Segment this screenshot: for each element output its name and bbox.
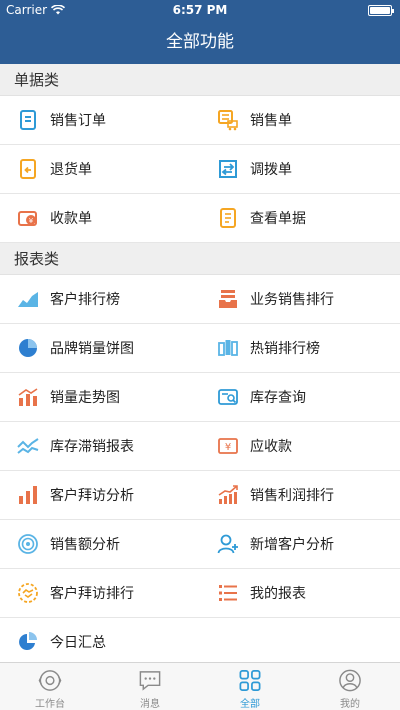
tab-workbench[interactable]: 工作台 bbox=[0, 663, 100, 710]
tab-label: 消息 bbox=[140, 699, 160, 710]
transfer-order-icon bbox=[217, 158, 239, 180]
function-label: 销售订单 bbox=[50, 113, 106, 129]
section-header-reports: 报表类 bbox=[0, 243, 400, 275]
sales-amount-icon bbox=[17, 533, 39, 555]
grid-row: 销售订单 销售单 bbox=[0, 96, 400, 145]
trend-bar-icon bbox=[17, 386, 39, 408]
function-label: 销售利润排行 bbox=[250, 488, 334, 504]
function-new-customer[interactable]: 新增客户分析 bbox=[200, 520, 400, 568]
function-label: 客户排行榜 bbox=[50, 292, 120, 308]
grid-row: 客户排行榜 业务销售排行 bbox=[0, 275, 400, 324]
tab-label: 全部 bbox=[240, 699, 260, 710]
clock: 6:57 PM bbox=[172, 3, 228, 17]
grid-row: 客户拜访排行 我的报表 bbox=[0, 569, 400, 618]
grid-row: 品牌销量饼图 热销排行榜 bbox=[0, 324, 400, 373]
function-visit-analysis[interactable]: 客户拜访分析 bbox=[0, 471, 200, 519]
add-customer-icon bbox=[217, 533, 239, 555]
function-brand-pie[interactable]: 品牌销量饼图 bbox=[0, 324, 200, 372]
pie-chart-icon bbox=[17, 337, 39, 359]
profile-icon bbox=[339, 669, 361, 692]
grid-row: 销量走势图 库存查询 bbox=[0, 373, 400, 422]
function-slow-moving[interactable]: 库存滞销报表 bbox=[0, 422, 200, 470]
function-label: 收款单 bbox=[50, 211, 92, 227]
payment-receipt-icon: ¥ bbox=[17, 207, 39, 229]
function-sales-staff-ranking[interactable]: 业务销售排行 bbox=[200, 275, 400, 323]
tab-bar: 工作台 消息 全部 我的 bbox=[0, 662, 400, 710]
function-label: 业务销售排行 bbox=[250, 292, 334, 308]
grid-row: 客户拜访分析 销售利润排行 bbox=[0, 471, 400, 520]
function-label: 销售单 bbox=[250, 113, 292, 129]
function-customer-ranking[interactable]: 客户排行榜 bbox=[0, 275, 200, 323]
function-return-order[interactable]: 退货单 bbox=[0, 145, 200, 193]
status-bar: Carrier 6:57 PM bbox=[0, 0, 400, 20]
tab-label: 工作台 bbox=[35, 699, 65, 710]
function-label: 应收款 bbox=[250, 439, 292, 455]
page-title: 全部功能 bbox=[166, 32, 234, 52]
function-hot-sales[interactable]: 热销排行榜 bbox=[200, 324, 400, 372]
function-payment-receipt[interactable]: ¥ 收款单 bbox=[0, 194, 200, 242]
function-view-documents[interactable]: 查看单据 bbox=[200, 194, 400, 242]
list-icon bbox=[217, 582, 239, 604]
return-order-icon bbox=[17, 158, 39, 180]
function-label: 查看单据 bbox=[250, 211, 306, 227]
function-list[interactable]: 单据类 销售订单 销售单 退货单 调拨单 ¥ 收款单 查看单据 报表类 客户排行… bbox=[0, 64, 400, 662]
bar-chart-icon bbox=[17, 484, 39, 506]
section-header-documents: 单据类 bbox=[0, 64, 400, 96]
workbench-icon bbox=[38, 670, 62, 691]
function-my-reports[interactable]: 我的报表 bbox=[200, 569, 400, 617]
handshake-icon bbox=[17, 582, 39, 604]
function-label: 销售额分析 bbox=[50, 537, 120, 553]
grid-icon bbox=[239, 670, 261, 691]
grid-row: 销售额分析 新增客户分析 bbox=[0, 520, 400, 569]
grid-row: ¥ 收款单 查看单据 bbox=[0, 194, 400, 243]
battery-icon bbox=[368, 5, 394, 16]
slow-moving-icon bbox=[17, 435, 39, 457]
function-label: 我的报表 bbox=[250, 586, 306, 602]
tab-all[interactable]: 全部 bbox=[200, 663, 300, 710]
function-label: 调拨单 bbox=[250, 162, 292, 178]
nav-bar: 全部功能 bbox=[0, 20, 400, 64]
function-label: 品牌销量饼图 bbox=[50, 341, 134, 357]
view-documents-icon bbox=[217, 207, 239, 229]
grid-row: 库存滞销报表 ¥ 应收款 bbox=[0, 422, 400, 471]
grid-row: 退货单 调拨单 bbox=[0, 145, 400, 194]
profit-chart-icon bbox=[217, 484, 239, 506]
function-label: 新增客户分析 bbox=[250, 537, 334, 553]
sales-order-icon bbox=[17, 109, 39, 131]
function-sales-trend[interactable]: 销量走势图 bbox=[0, 373, 200, 421]
receivable-icon: ¥ bbox=[217, 435, 239, 457]
function-daily-summary[interactable]: 今日汇总 bbox=[0, 618, 200, 662]
svg-text:¥: ¥ bbox=[29, 217, 34, 225]
function-receivable[interactable]: ¥ 应收款 bbox=[200, 422, 400, 470]
function-sales-receipt[interactable]: 销售单 bbox=[200, 96, 400, 144]
function-inventory-search[interactable]: 库存查询 bbox=[200, 373, 400, 421]
function-label: 库存查询 bbox=[250, 390, 306, 406]
function-label: 今日汇总 bbox=[50, 635, 106, 651]
tab-message[interactable]: 消息 bbox=[100, 663, 200, 710]
inventory-search-icon bbox=[217, 386, 239, 408]
function-label: 库存滞销报表 bbox=[50, 439, 134, 455]
function-label: 客户拜访排行 bbox=[50, 586, 134, 602]
area-chart-icon bbox=[17, 288, 39, 310]
daily-summary-icon bbox=[17, 631, 39, 653]
function-visit-ranking[interactable]: 客户拜访排行 bbox=[0, 569, 200, 617]
function-sales-amount[interactable]: 销售额分析 bbox=[0, 520, 200, 568]
svg-text:¥: ¥ bbox=[225, 442, 231, 453]
stack-tray-icon bbox=[217, 288, 239, 310]
grid-row: 今日汇总 bbox=[0, 618, 400, 662]
function-profit-ranking[interactable]: 销售利润排行 bbox=[200, 471, 400, 519]
function-label: 销量走势图 bbox=[50, 390, 120, 406]
function-label: 退货单 bbox=[50, 162, 92, 178]
sales-receipt-icon bbox=[217, 109, 239, 131]
function-label: 热销排行榜 bbox=[250, 341, 320, 357]
function-sales-order[interactable]: 销售订单 bbox=[0, 96, 200, 144]
message-icon bbox=[139, 671, 161, 691]
tab-label: 我的 bbox=[340, 699, 360, 710]
function-label: 客户拜访分析 bbox=[50, 488, 134, 504]
hot-sales-icon bbox=[217, 337, 239, 359]
tab-profile[interactable]: 我的 bbox=[300, 663, 400, 710]
function-transfer-order[interactable]: 调拨单 bbox=[200, 145, 400, 193]
